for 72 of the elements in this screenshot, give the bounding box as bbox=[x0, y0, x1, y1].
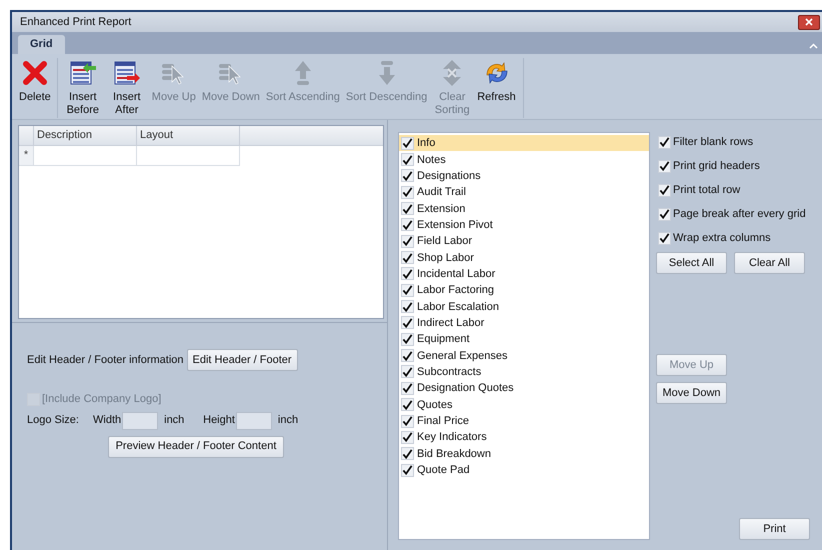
clear-all-button[interactable]: Clear All bbox=[734, 252, 805, 274]
checkbox-label: Wrap extra columns bbox=[673, 230, 771, 246]
column-header[interactable]: Description bbox=[34, 126, 137, 145]
down-arrow-icon bbox=[376, 59, 397, 87]
table-insert-icon bbox=[68, 60, 97, 86]
up-arrow-icon bbox=[292, 59, 313, 87]
height-label: Height bbox=[203, 413, 235, 428]
logo-size-label: Logo Size: bbox=[27, 413, 80, 428]
select-all-button[interactable]: Select All bbox=[656, 252, 727, 274]
checkbox[interactable] bbox=[401, 153, 414, 166]
list-item[interactable]: General Expenses bbox=[399, 347, 649, 364]
checkbox[interactable] bbox=[658, 136, 671, 148]
table-append-icon bbox=[112, 60, 141, 86]
checkbox[interactable] bbox=[658, 184, 671, 196]
close-button[interactable] bbox=[798, 14, 820, 30]
checkbox[interactable] bbox=[401, 202, 414, 216]
list-item[interactable]: Shop Labor bbox=[399, 249, 649, 266]
height-field[interactable] bbox=[236, 412, 272, 430]
window-title: Enhanced Print Report bbox=[20, 14, 132, 30]
checkbox[interactable] bbox=[658, 160, 671, 172]
new-row-marker: * bbox=[19, 146, 34, 166]
list-item[interactable]: Key Indicators bbox=[399, 429, 649, 446]
list-item[interactable]: Field Labor bbox=[399, 233, 649, 250]
list-item[interactable]: Bid Breakdown bbox=[399, 446, 649, 462]
close-icon bbox=[805, 18, 813, 26]
list-item[interactable]: Extension bbox=[399, 200, 649, 217]
checkbox[interactable] bbox=[401, 349, 414, 362]
list-item[interactable]: Labor Factoring bbox=[399, 282, 649, 298]
column-header[interactable]: Layout bbox=[137, 126, 240, 145]
toolbar-button[interactable]: Refresh bbox=[474, 58, 519, 118]
checkbox[interactable] bbox=[658, 232, 671, 244]
list-item[interactable]: Audit Trail bbox=[399, 184, 649, 200]
preview-button[interactable]: Preview Header / Footer Content bbox=[108, 436, 284, 458]
edit-header-footer-button[interactable]: Edit Header / Footer bbox=[186, 349, 298, 371]
list-item[interactable]: Subcontracts bbox=[399, 364, 649, 380]
checkbox-label: [Include Company Logo] bbox=[42, 392, 162, 407]
checkbox-label: Print grid headers bbox=[673, 158, 760, 174]
width-label: Width bbox=[93, 413, 122, 428]
toolbar-button[interactable]: Insert Before bbox=[60, 58, 105, 118]
checkbox[interactable] bbox=[401, 251, 414, 264]
unit-label: inch bbox=[164, 413, 186, 428]
header-footer-label: Edit Header / Footer information bbox=[27, 352, 184, 368]
checkbox[interactable] bbox=[658, 208, 671, 220]
print-button[interactable]: Print bbox=[739, 518, 810, 540]
list-item[interactable]: Final Price bbox=[399, 412, 649, 430]
list-item[interactable]: Quotes bbox=[399, 396, 649, 413]
checkbox-label: Filter blank rows bbox=[673, 134, 754, 150]
list-item[interactable]: Equipment bbox=[399, 331, 649, 348]
clear-sort-icon bbox=[441, 59, 464, 87]
list-item[interactable]: Info bbox=[399, 135, 649, 152]
list-item[interactable]: Notes bbox=[399, 151, 649, 168]
table-cell[interactable] bbox=[34, 146, 137, 166]
checkbox[interactable] bbox=[401, 414, 414, 428]
delete-icon bbox=[22, 60, 48, 86]
toolbar-button[interactable]: Insert After bbox=[104, 58, 149, 118]
tab[interactable]: Grid bbox=[18, 35, 65, 54]
move-down-button[interactable]: Move Down bbox=[656, 382, 727, 404]
width-field[interactable] bbox=[122, 412, 158, 430]
toolbar-button[interactable]: Delete bbox=[16, 58, 58, 118]
list-item[interactable]: Designation Quotes bbox=[399, 380, 649, 396]
list-item[interactable]: Incidental Labor bbox=[399, 266, 649, 282]
list-item[interactable]: Labor Escalation bbox=[399, 298, 649, 315]
table-cell[interactable] bbox=[137, 146, 240, 166]
checkbox[interactable] bbox=[401, 300, 414, 314]
list-item[interactable]: Extension Pivot bbox=[399, 216, 649, 234]
list-item[interactable]: Designations bbox=[399, 168, 649, 184]
list-item[interactable]: Indirect Labor bbox=[399, 314, 649, 332]
unit-label: inch bbox=[278, 413, 298, 428]
list-item[interactable]: Quote Pad bbox=[399, 462, 649, 478]
checkbox-label: Page break after every grid bbox=[673, 206, 806, 222]
checkbox-label: Print total row bbox=[673, 182, 740, 198]
checkbox[interactable] bbox=[401, 464, 414, 477]
